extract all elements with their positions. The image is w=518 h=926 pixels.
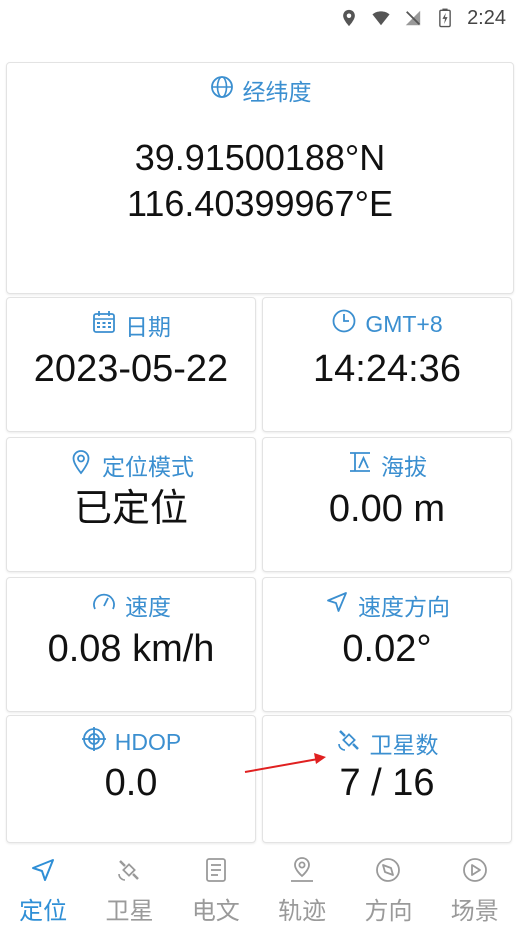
nav-label-satellites: 卫星 <box>105 898 154 925</box>
globe-icon <box>209 74 235 106</box>
speed-card: 速度 0.08 km/h <box>6 577 256 712</box>
hdop-card: HDOP 0.0 <box>6 715 256 843</box>
positioning-mode-card: 定位模式 已定位 <box>6 437 256 572</box>
altitude-header: 海拔 <box>263 448 511 482</box>
longitude-value: 116.40399967°E <box>127 183 393 224</box>
latlon-label: 经纬度 <box>242 79 312 105</box>
speed-header: 速度 <box>7 588 255 622</box>
satellites-value: 7 / 16 <box>339 762 435 804</box>
nav-label-messages: 电文 <box>191 898 240 925</box>
timezone-label: GMT+8 <box>365 310 443 337</box>
calendar-icon <box>91 309 117 341</box>
nav-item-track[interactable]: 轨迹 <box>259 846 345 926</box>
crosshair-icon <box>81 726 107 758</box>
direction-value: 0.02° <box>342 628 432 670</box>
altitude-label: 海拔 <box>381 454 427 480</box>
nav-label-compass: 方向 <box>364 898 413 925</box>
date-value: 2023-05-22 <box>33 348 229 390</box>
navigation-arrow-icon <box>324 589 350 621</box>
speed-direction-card: 速度方向 0.02° <box>262 577 512 712</box>
bottom-navigation: 定位 卫星 电文 轨迹 方向 场景 <box>0 846 518 925</box>
speed-label: 速度 <box>125 594 171 620</box>
altitude-value: 0.00 m <box>328 488 446 530</box>
nav-item-satellites[interactable]: 卫星 <box>86 846 172 926</box>
speedometer-icon <box>91 589 117 621</box>
nav-item-messages[interactable]: 电文 <box>173 846 259 926</box>
altitude-card: 海拔 0.00 m <box>262 437 512 572</box>
wifi-icon <box>371 8 391 28</box>
latitude-value: 39.91500188°N <box>134 137 386 178</box>
document-icon <box>202 846 230 889</box>
hdop-header: HDOP <box>7 726 255 758</box>
nav-label-positioning: 定位 <box>19 898 68 925</box>
direction-header: 速度方向 <box>263 588 511 622</box>
mode-header: 定位模式 <box>7 448 255 482</box>
nav-item-scene[interactable]: 场景 <box>432 846 518 926</box>
satellites-header: 卫星数 <box>263 726 511 760</box>
altitude-icon <box>347 449 373 481</box>
hdop-value: 0.0 <box>104 762 158 804</box>
status-bar: 2:24 <box>0 0 518 36</box>
location-status-icon <box>339 8 359 28</box>
satellites-card: 卫星数 7 / 16 <box>262 715 512 843</box>
time-value: 14:24:36 <box>313 348 461 390</box>
play-circle-icon <box>461 846 489 889</box>
time-header: GMT+8 <box>263 308 511 340</box>
location-pin-icon <box>68 449 94 481</box>
status-time: 2:24 <box>467 6 506 29</box>
no-signal-icon <box>403 8 423 28</box>
compass-icon <box>374 846 402 889</box>
nav-label-track: 轨迹 <box>278 898 327 925</box>
latlon-header: 经纬度 <box>7 73 513 107</box>
nav-item-positioning[interactable]: 定位 <box>0 846 86 926</box>
date-card: 日期 2023-05-22 <box>6 297 256 432</box>
mode-label: 定位模式 <box>102 454 194 480</box>
nav-item-compass[interactable]: 方向 <box>345 846 431 926</box>
direction-label: 速度方向 <box>358 594 450 620</box>
navigation-arrow-icon <box>29 846 57 889</box>
time-card: GMT+8 14:24:36 <box>262 297 512 432</box>
latlon-card: 经纬度 39.91500188°N 116.40399967°E <box>6 62 514 294</box>
hdop-label: HDOP <box>114 728 182 755</box>
satellite-icon <box>115 846 143 889</box>
date-label: 日期 <box>125 314 171 340</box>
battery-charging-icon <box>435 8 455 28</box>
nav-label-scene: 场景 <box>450 898 499 925</box>
satellites-label: 卫星数 <box>369 732 439 758</box>
mode-value: 已定位 <box>73 488 188 530</box>
speed-value: 0.08 km/h <box>47 628 215 670</box>
satellite-icon <box>336 727 362 759</box>
location-pin-icon <box>288 846 316 889</box>
date-header: 日期 <box>7 308 255 342</box>
clock-icon <box>331 308 357 340</box>
